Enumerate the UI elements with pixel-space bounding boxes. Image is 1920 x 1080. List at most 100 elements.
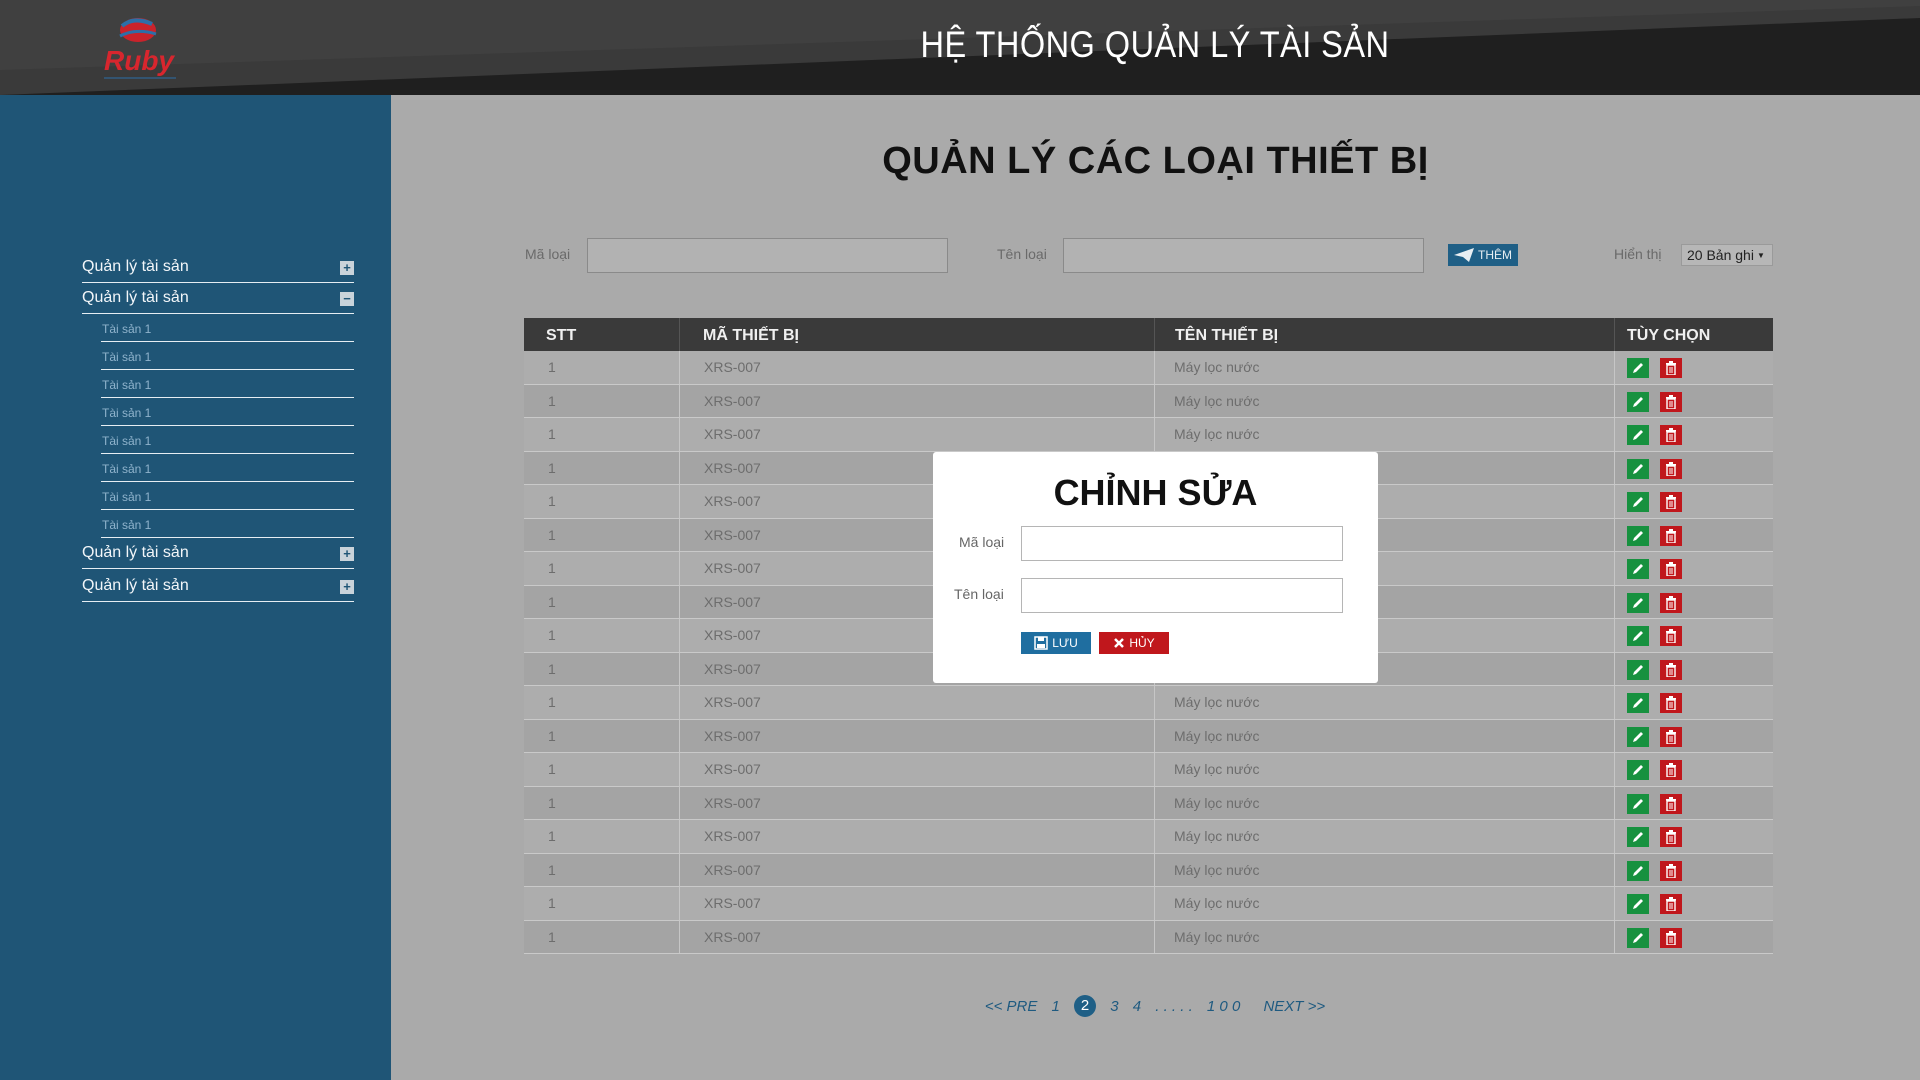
pencil-icon — [1633, 765, 1643, 775]
delete-button[interactable] — [1660, 693, 1682, 713]
delete-button[interactable] — [1660, 592, 1682, 613]
delete-button[interactable] — [1660, 458, 1682, 479]
edit-button[interactable] — [1627, 592, 1649, 613]
edit-button[interactable] — [1627, 793, 1649, 814]
edit-button[interactable] — [1627, 726, 1649, 747]
sidebar: Quản lý tài sản + Quản lý tài sản − Tài … — [0, 95, 391, 1080]
app-title: HỆ THỐNG QUẢN LÝ TÀI SẢN — [920, 24, 1390, 65]
edit-button[interactable] — [1627, 927, 1649, 948]
delete-button[interactable] — [1660, 793, 1682, 814]
sidebar-sub-item[interactable]: Tài sản 1 — [101, 426, 354, 454]
cell-code: XRS-007 — [704, 526, 761, 543]
trash-icon — [1666, 595, 1676, 610]
delete-button[interactable] — [1660, 927, 1682, 948]
sidebar-group-2[interactable]: Quản lý tài sản − — [82, 283, 354, 314]
edit-button[interactable] — [1627, 391, 1649, 412]
expand-icon[interactable]: + — [340, 547, 354, 561]
trash-icon — [1666, 528, 1676, 543]
page-link-4[interactable]: 4 — [1133, 998, 1141, 1015]
sidebar-group-label: Quản lý tài sản — [82, 258, 189, 275]
sidebar-sub-list: Tài sản 1 Tài sản 1 Tài sản 1 Tài sản 1 … — [101, 314, 354, 538]
delete-button[interactable] — [1660, 760, 1682, 780]
table-row: 1 XRS-007 Máy lọc nước — [524, 887, 1773, 921]
edit-button[interactable] — [1627, 827, 1649, 847]
cell-code: XRS-007 — [704, 928, 761, 945]
modal-name-input[interactable] — [1021, 578, 1343, 613]
cell-name: Máy lọc nước — [1174, 895, 1260, 911]
column-header-code[interactable]: MÃ THIẾT BỊ — [703, 318, 799, 351]
delete-button[interactable] — [1660, 525, 1682, 546]
delete-button[interactable] — [1660, 860, 1682, 881]
delete-button[interactable] — [1660, 559, 1682, 579]
cell-stt: 1 — [548, 828, 556, 844]
edit-button[interactable] — [1627, 525, 1649, 546]
delete-button[interactable] — [1660, 358, 1682, 378]
column-header-name[interactable]: TÊN THIẾT BỊ — [1175, 318, 1278, 351]
cell-stt: 1 — [548, 459, 556, 476]
edit-button[interactable] — [1627, 425, 1649, 445]
add-button[interactable]: THÊM — [1448, 244, 1518, 266]
table-row: 1 XRS-007 Máy lọc nước — [524, 384, 1773, 418]
trash-icon — [1666, 830, 1676, 844]
delete-button[interactable] — [1660, 659, 1682, 680]
trash-icon — [1666, 930, 1676, 945]
next-page-link[interactable]: NEXT >> — [1263, 998, 1325, 1015]
sidebar-sub-item-label: Tài sản 1 — [102, 434, 152, 448]
edit-button[interactable] — [1627, 693, 1649, 713]
column-header-stt[interactable]: STT — [546, 318, 576, 351]
edit-button[interactable] — [1627, 860, 1649, 881]
delete-button[interactable] — [1660, 626, 1682, 646]
edit-button[interactable] — [1627, 559, 1649, 579]
sidebar-sub-item-label: Tài sản 1 — [102, 406, 152, 420]
name-filter-input[interactable] — [1063, 238, 1424, 273]
cell-stt: 1 — [548, 660, 556, 677]
sidebar-sub-item[interactable]: Tài sản 1 — [101, 482, 354, 510]
edit-button[interactable] — [1627, 626, 1649, 646]
edit-button[interactable] — [1627, 659, 1649, 680]
delete-button[interactable] — [1660, 726, 1682, 747]
table-header: STT MÃ THIẾT BỊ TÊN THIẾT BỊ TÙY CHỌN — [524, 318, 1773, 351]
sidebar-sub-item[interactable]: Tài sản 1 — [101, 510, 354, 538]
caret-down-icon: ▼ — [1756, 250, 1765, 260]
sidebar-group-1[interactable]: Quản lý tài sản + — [82, 252, 354, 283]
sidebar-sub-item[interactable]: Tài sản 1 — [101, 314, 354, 342]
delete-button[interactable] — [1660, 894, 1682, 914]
app-header: Ruby HỆ THỐNG QUẢN LÝ TÀI SẢN — [0, 0, 1920, 95]
prev-page-link[interactable]: << PRE — [985, 998, 1038, 1015]
column-header-options[interactable]: TÙY CHỌN — [1627, 318, 1710, 351]
page-link-3[interactable]: 3 — [1110, 998, 1118, 1015]
sidebar-group-3[interactable]: Quản lý tài sản + — [82, 538, 354, 569]
trash-icon — [1666, 361, 1676, 375]
page-link-current[interactable]: 2 — [1074, 995, 1097, 1017]
delete-button[interactable] — [1660, 391, 1682, 412]
sidebar-sub-item-label: Tài sản 1 — [102, 322, 152, 336]
code-filter-input[interactable] — [587, 238, 948, 273]
collapse-icon[interactable]: − — [340, 292, 354, 306]
sidebar-sub-item[interactable]: Tài sản 1 — [101, 398, 354, 426]
delete-button[interactable] — [1660, 492, 1682, 512]
sidebar-group-4[interactable]: Quản lý tài sản + — [82, 571, 354, 602]
sidebar-sub-item-label: Tài sản 1 — [102, 518, 152, 532]
edit-button[interactable] — [1627, 358, 1649, 378]
cancel-button[interactable]: HỦY — [1099, 632, 1169, 654]
edit-button[interactable] — [1627, 760, 1649, 780]
edit-button[interactable] — [1627, 492, 1649, 512]
page-size-select[interactable]: 20 Bản ghi ▼ — [1681, 244, 1773, 266]
edit-button[interactable] — [1627, 894, 1649, 914]
sidebar-sub-item[interactable]: Tài sản 1 — [101, 370, 354, 398]
modal-code-input[interactable] — [1021, 526, 1343, 561]
save-button[interactable]: LƯU — [1021, 632, 1091, 654]
sidebar-sub-item[interactable]: Tài sản 1 — [101, 454, 354, 482]
pencil-icon — [1633, 798, 1643, 809]
page-link-last[interactable]: 1 0 0 — [1207, 998, 1240, 1015]
edit-button[interactable] — [1627, 458, 1649, 479]
name-filter-label: Tên loại — [997, 246, 1047, 262]
sidebar-sub-item[interactable]: Tài sản 1 — [101, 342, 354, 370]
trash-icon — [1666, 461, 1676, 476]
trash-icon — [1666, 428, 1676, 442]
delete-button[interactable] — [1660, 425, 1682, 445]
page-link-1[interactable]: 1 — [1052, 998, 1060, 1015]
delete-button[interactable] — [1660, 827, 1682, 847]
expand-icon[interactable]: + — [340, 580, 354, 594]
expand-icon[interactable]: + — [340, 261, 354, 275]
